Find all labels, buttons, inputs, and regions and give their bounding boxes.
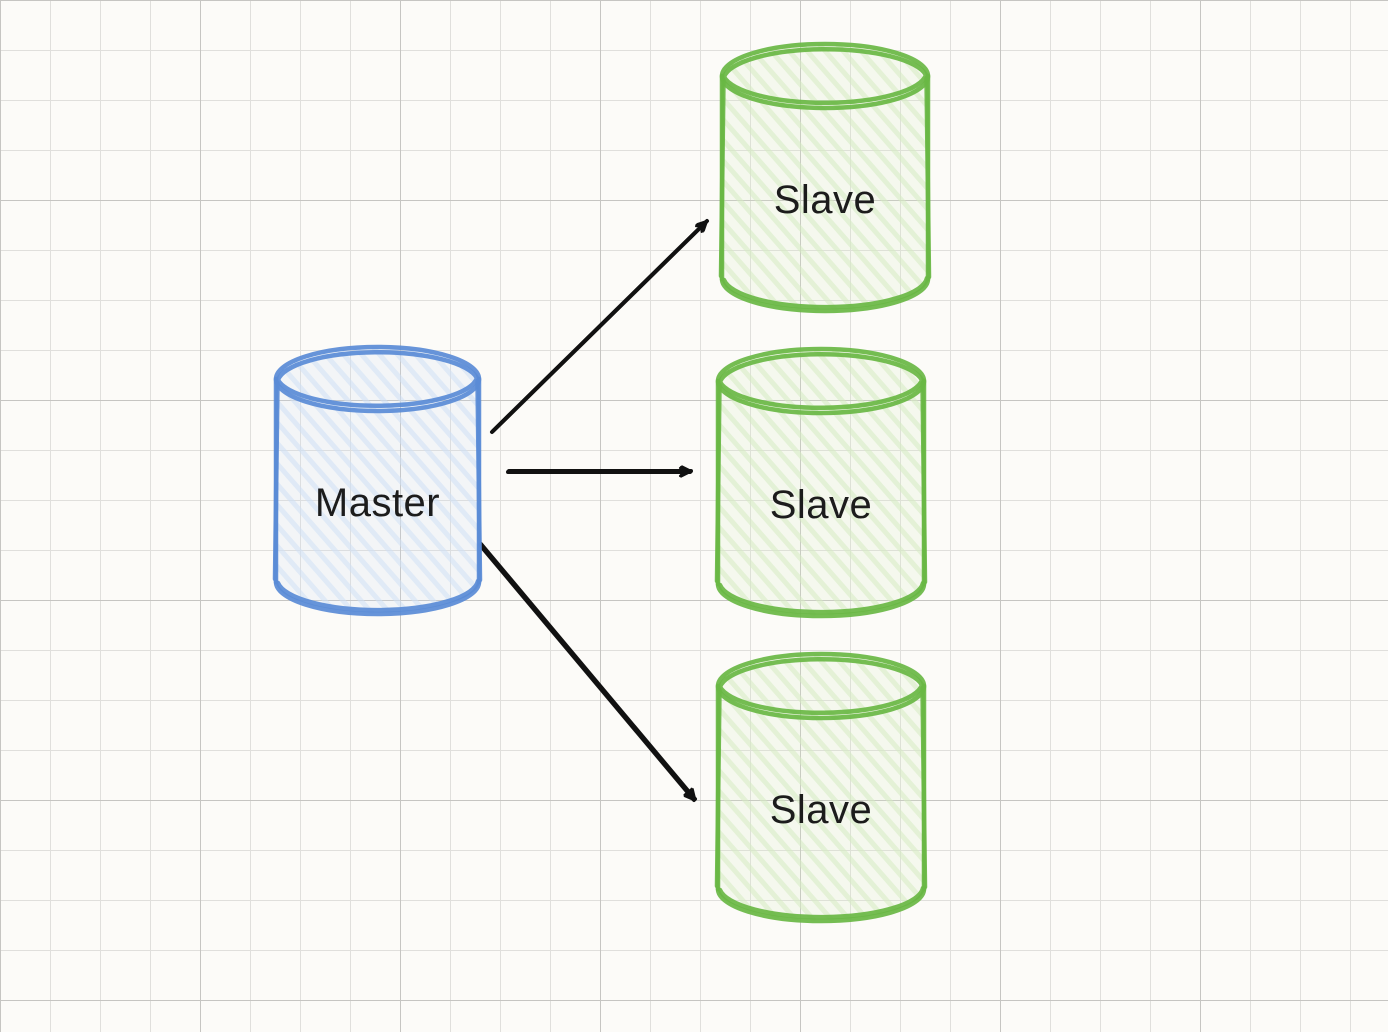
slave-db-cylinder: Slave xyxy=(716,40,934,315)
slave-db-cylinder: Slave xyxy=(712,650,930,925)
master-label: Master xyxy=(270,481,485,526)
slave-db-cylinder: Slave xyxy=(712,345,930,620)
slave-label: Slave xyxy=(712,483,930,528)
master-db-cylinder: Master xyxy=(270,343,485,618)
slave-label: Slave xyxy=(716,178,934,223)
diagram-canvas: Master Slave Slave Slave xyxy=(0,0,1388,1032)
connection-arrows xyxy=(0,0,1388,1032)
slave-label: Slave xyxy=(712,788,930,833)
